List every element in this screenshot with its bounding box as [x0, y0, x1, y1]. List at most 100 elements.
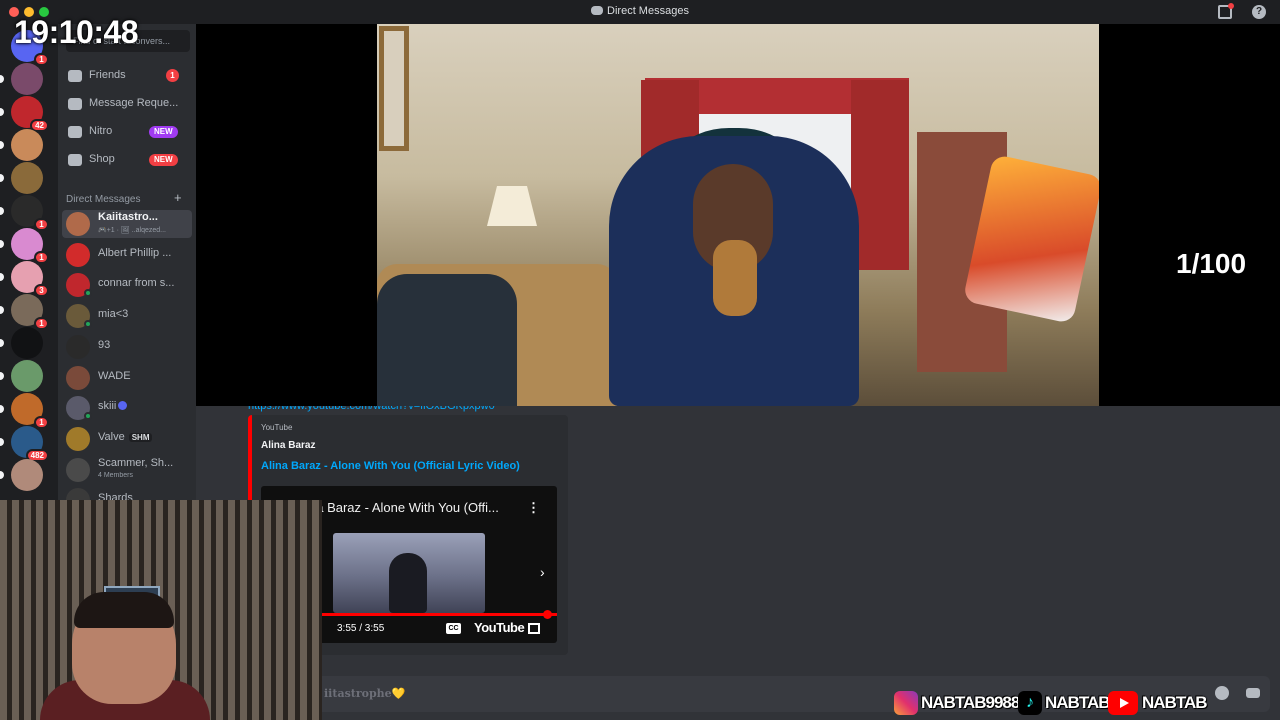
- stream-clock: 19:10:48: [14, 14, 139, 50]
- youtube-logo[interactable]: YouTube: [474, 620, 525, 635]
- server-icon[interactable]: 482: [0, 426, 49, 462]
- dm-item[interactable]: Shards: [62, 486, 192, 500]
- dm-name: 93: [98, 339, 188, 351]
- server-mention-badge: 1: [34, 251, 49, 264]
- emoji-icon[interactable]: [1215, 686, 1229, 700]
- avatar: [66, 212, 90, 236]
- instagram-icon: [894, 691, 918, 715]
- dm-name: Valve SHM: [98, 431, 188, 443]
- unread-pip: [0, 405, 4, 413]
- dm-item[interactable]: Kaiitastro... 🎮+1 · 🖼 ..alqezed...: [62, 210, 192, 238]
- unread-pip: [0, 471, 4, 479]
- dm-name-text: connar from s...: [98, 277, 175, 290]
- unread-pip: [0, 75, 4, 83]
- discord-icon: [591, 6, 604, 15]
- server-icon[interactable]: 1: [0, 195, 49, 231]
- tiktok-icon: ♪: [1018, 691, 1042, 715]
- server-icon[interactable]: 1: [0, 228, 49, 264]
- server-icon[interactable]: [0, 162, 43, 194]
- server-mention-badge: 3: [34, 284, 49, 297]
- dm-name: Kaiitastro...: [98, 211, 188, 223]
- dm-name: connar from s...: [98, 277, 188, 289]
- message-input-placeholder: iitastrophe💛: [324, 687, 406, 700]
- help-icon[interactable]: ?: [1252, 5, 1266, 19]
- nav-shop[interactable]: Shop NEW: [58, 147, 196, 173]
- progress-knob[interactable]: [543, 610, 552, 619]
- server-icon[interactable]: [0, 327, 43, 359]
- dm-item[interactable]: Albert Phillip ...: [62, 241, 192, 269]
- dm-name-text: Albert Phillip ...: [98, 246, 172, 259]
- dm-name: WADE: [98, 370, 188, 382]
- next-chevron-icon[interactable]: ›: [540, 564, 545, 580]
- unread-pip: [0, 141, 4, 149]
- activities-icon[interactable]: [1246, 688, 1260, 698]
- server-mention-badge: 1: [34, 53, 49, 66]
- server-mention-badge: 1: [34, 317, 49, 330]
- nav-badge: 1: [166, 69, 179, 82]
- dm-section-header: Direct Messages: [66, 194, 141, 205]
- dm-item[interactable]: connar from s...: [62, 271, 192, 299]
- inbox-icon[interactable]: [1218, 3, 1234, 19]
- server-icon[interactable]: [0, 129, 43, 161]
- avatar: [66, 457, 90, 482]
- server-rail: 1 42 1 1 3 1 1 482: [0, 24, 58, 500]
- avatar: [66, 426, 90, 451]
- nav-message-reque[interactable]: Message Reque...: [58, 91, 196, 117]
- dm-item[interactable]: Scammer, Sh... 4 Members: [62, 456, 192, 484]
- server-icon[interactable]: 1: [0, 393, 49, 429]
- nav-label: Shop: [89, 153, 115, 165]
- avatar: [66, 365, 90, 390]
- nav-friends[interactable]: Friends 1: [58, 63, 196, 89]
- lamp: [487, 186, 537, 226]
- streamer-hair: [74, 592, 174, 628]
- new-badge: NEW: [149, 154, 178, 166]
- nav-nitro[interactable]: Nitro NEW: [58, 119, 196, 145]
- video-thumbnail[interactable]: [333, 533, 485, 613]
- dm-item[interactable]: WADE: [62, 364, 192, 392]
- dm-name-text: Kaiitastro...: [98, 211, 158, 223]
- create-dm-icon[interactable]: +: [174, 190, 182, 205]
- video-feed[interactable]: [377, 24, 1099, 406]
- youtube-icon: [1108, 691, 1138, 715]
- dm-sidebar: Find or start a convers... Friends 1 Messa…: [58, 24, 196, 500]
- unread-pip: [0, 372, 4, 380]
- server-icon[interactable]: 42: [0, 96, 49, 132]
- title-bar: Direct Messages ?: [0, 0, 1280, 24]
- dm-item[interactable]: mia<3: [62, 302, 192, 330]
- unread-pip: [0, 174, 4, 182]
- avatar: [66, 242, 90, 267]
- server-icon[interactable]: [0, 63, 43, 95]
- embed-author[interactable]: Alina Baraz: [261, 440, 315, 451]
- avatar: [66, 488, 90, 500]
- youtube-handle-text: NABTAB: [1142, 693, 1208, 712]
- dm-name: Scammer, Sh...: [98, 457, 188, 469]
- captions-icon[interactable]: CC: [446, 623, 461, 634]
- unread-pip: [0, 240, 4, 248]
- unread-pip: [0, 207, 4, 215]
- thumbnail-figure: [389, 553, 427, 613]
- window-title-text: Direct Messages: [607, 5, 689, 17]
- dm-item[interactable]: Valve SHM: [62, 425, 192, 453]
- dm-subtext: 🎮+1 · 🖼 ..alqezed...: [98, 227, 166, 234]
- online-status-icon: [84, 289, 92, 298]
- backpack: [377, 274, 517, 406]
- dm-name: mia<3: [98, 308, 188, 320]
- server-icon[interactable]: [0, 360, 43, 392]
- fullscreen-icon[interactable]: [528, 623, 540, 634]
- more-options-icon[interactable]: ⋮: [527, 500, 540, 516]
- dm-item[interactable]: skiii: [62, 394, 192, 422]
- streamer-webcam: [0, 500, 322, 720]
- dm-name-text: mia<3: [98, 308, 129, 321]
- challenge-counter: 1/100: [1176, 248, 1247, 279]
- dm-name: skiii: [98, 400, 188, 412]
- embed-title-link[interactable]: Alina Baraz - Alone With You (Official L…: [261, 460, 520, 472]
- shop-icon: [68, 154, 82, 166]
- server-icon[interactable]: 3: [0, 261, 49, 297]
- player-time: 3:55 / 3:55: [337, 623, 385, 634]
- dm-item[interactable]: 93: [62, 333, 192, 361]
- progress-bar[interactable]: [321, 613, 557, 616]
- tiktok-handle-text: NABTAB: [1045, 693, 1111, 712]
- server-icon[interactable]: [0, 459, 43, 491]
- message-requests-icon: [68, 98, 82, 110]
- server-icon[interactable]: 1: [0, 294, 49, 330]
